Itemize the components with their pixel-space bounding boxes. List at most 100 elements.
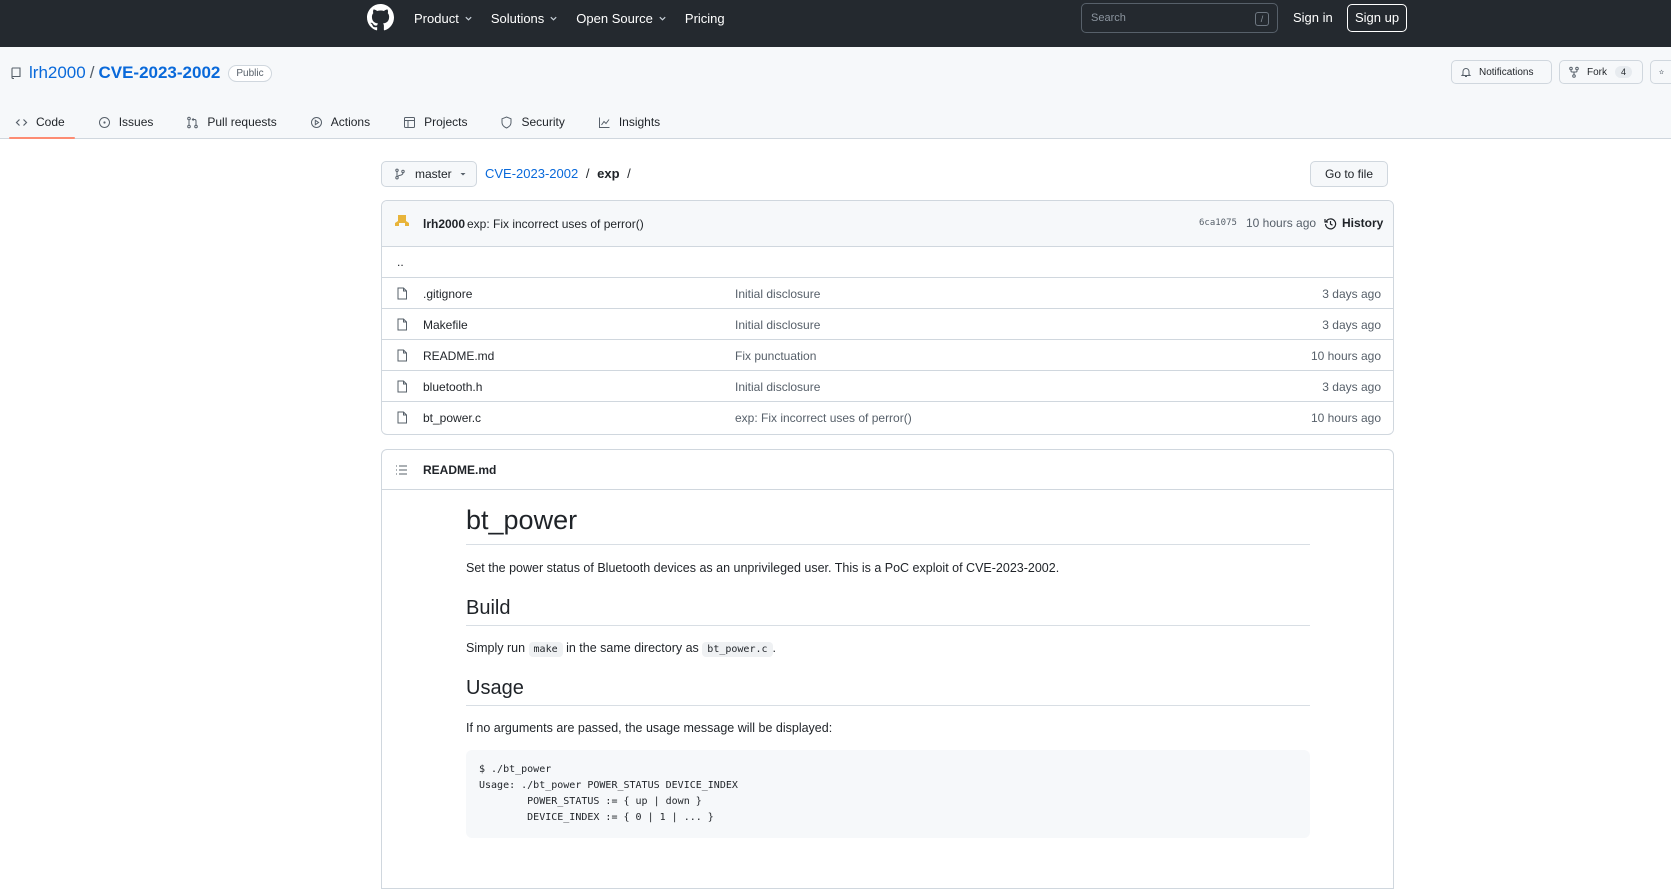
github-logo-icon[interactable] <box>367 4 394 31</box>
table-row: Makefile Initial disclosure 3 days ago <box>382 309 1393 340</box>
global-header: Product Solutions Open Source Pricing Se… <box>0 0 1671 47</box>
tab-insights-label: Insights <box>618 115 661 129</box>
nav-pricing-label: Pricing <box>684 11 725 26</box>
fork-count: 4 <box>1615 66 1633 78</box>
notifications-label: Notifications <box>1479 66 1534 78</box>
file-name-link[interactable]: README.md <box>423 349 494 363</box>
star-icon <box>1659 69 1664 75</box>
tab-pull-requests[interactable]: Pull requests <box>171 105 286 139</box>
table-row: .gitignore Initial disclosure 3 days ago <box>382 278 1393 309</box>
avatar[interactable] <box>394 214 410 230</box>
list-icon[interactable] <box>395 464 408 476</box>
build-text-start: Simply run <box>466 641 526 655</box>
file-age: 10 hours ago <box>1310 349 1381 363</box>
bell-icon <box>1460 68 1472 77</box>
history-label: History <box>1342 216 1384 230</box>
commit-author-link[interactable]: lrh2000 <box>423 217 465 231</box>
repo-title: lrh2000 / CVE-2023-2002 Public <box>29 63 272 83</box>
play-icon <box>310 116 322 128</box>
tab-projects-label: Projects <box>424 115 468 129</box>
repo-separator: / <box>89 63 95 82</box>
nav-open-source[interactable]: Open Source <box>576 11 667 26</box>
fork-label: Fork <box>1587 66 1607 78</box>
visibility-badge: Public <box>228 64 272 82</box>
notifications-button[interactable]: Notifications <box>1451 60 1552 84</box>
tab-security-label: Security <box>521 115 565 129</box>
file-commit-link[interactable]: Initial disclosure <box>735 287 820 301</box>
nav-pricing[interactable]: Pricing <box>685 11 725 26</box>
shield-icon <box>501 115 512 129</box>
fork-button[interactable]: Fork 4 <box>1559 60 1643 84</box>
bt-power-code: bt_power.c <box>702 642 773 657</box>
nav-open-source-label: Open Source <box>576 11 653 26</box>
sign-in-link[interactable]: Sign in <box>1293 10 1333 25</box>
nav-solutions[interactable]: Solutions <box>491 11 558 26</box>
search-shortcut-key: / <box>1255 12 1269 26</box>
file-age: 3 days ago <box>1322 380 1381 394</box>
tab-actions-label: Actions <box>330 115 371 129</box>
table-icon <box>404 116 416 128</box>
sign-up-button[interactable]: Sign up <box>1347 4 1407 32</box>
tab-issues-label: Issues <box>118 115 154 129</box>
usage-code-block: $ ./bt_power Usage: ./bt_power POWER_STA… <box>466 750 1310 838</box>
file-icon <box>397 287 407 300</box>
tab-projects[interactable]: Projects <box>388 105 477 139</box>
caret-down-icon <box>460 173 466 176</box>
table-row: bt_power.c exp: Fix incorrect uses of pe… <box>382 402 1393 433</box>
top-nav: Product Solutions Open Source Pricing <box>414 0 743 37</box>
tab-code[interactable]: Code <box>0 105 75 139</box>
tab-insights[interactable]: Insights <box>583 105 670 139</box>
history-link[interactable]: History <box>1324 216 1383 230</box>
table-row: README.md Fix punctuation 10 hours ago <box>382 340 1393 371</box>
history-icon <box>1324 217 1337 229</box>
commit-message-link[interactable]: exp: Fix incorrect uses of perror() <box>467 217 644 231</box>
branch-select-button[interactable]: master <box>381 161 477 187</box>
make-code: make <box>528 642 563 657</box>
latest-commit-row: lrh2000 exp: Fix incorrect uses of perro… <box>382 201 1393 247</box>
repo-name-link[interactable]: CVE-2023-2002 <box>98 63 220 83</box>
readme-title-link[interactable]: README.md <box>423 463 496 477</box>
issue-icon <box>98 116 110 128</box>
file-age: 3 days ago <box>1322 318 1381 332</box>
file-name-link[interactable]: bt_power.c <box>423 411 481 425</box>
file-age: 10 hours ago <box>1310 411 1381 425</box>
readme-header: README.md <box>382 450 1393 490</box>
graph-icon <box>598 117 610 128</box>
build-text-middle: in the same directory as <box>566 641 699 655</box>
repo-header: lrh2000 / CVE-2023-2002 Public Notificat… <box>0 47 1671 139</box>
tab-issues[interactable]: Issues <box>83 105 164 139</box>
search-placeholder: Search <box>1091 12 1126 24</box>
breadcrumb-root-link[interactable]: CVE-2023-2002 <box>485 166 578 181</box>
parent-directory-row[interactable]: .. <box>382 247 1393 278</box>
nav-solutions-label: Solutions <box>490 11 545 26</box>
file-list: lrh2000 exp: Fix incorrect uses of perro… <box>381 200 1394 435</box>
tab-code-label: Code <box>36 115 65 129</box>
file-commit-link[interactable]: Initial disclosure <box>735 380 820 394</box>
readme-heading: bt_power <box>466 505 1310 545</box>
search-input[interactable]: Search / <box>1081 3 1278 33</box>
tab-actions[interactable]: Actions <box>295 105 380 139</box>
readme-body: bt_power Set the power status of Bluetoo… <box>466 505 1310 838</box>
readme-intro: Set the power status of Bluetooth device… <box>466 561 1060 575</box>
chevron-down-icon <box>550 16 557 21</box>
file-icon <box>397 318 407 331</box>
file-commit-link[interactable]: exp: Fix incorrect uses of perror() <box>735 411 912 425</box>
file-name-link[interactable]: bluetooth.h <box>423 380 482 394</box>
file-commit-link[interactable]: Fix punctuation <box>735 349 816 363</box>
file-name-link[interactable]: Makefile <box>423 318 468 332</box>
table-row: bluetooth.h Initial disclosure 3 days ag… <box>382 371 1393 402</box>
readme-build-paragraph: Simply run make in the same directory as… <box>466 641 1310 657</box>
parent-directory-link[interactable]: .. <box>397 255 404 269</box>
nav-product[interactable]: Product <box>414 11 473 26</box>
build-text-end: . <box>772 641 776 655</box>
commit-sha-link[interactable]: 6ca1075 <box>1199 218 1237 228</box>
go-to-file-button[interactable]: Go to file <box>1310 161 1388 187</box>
repo-owner-link[interactable]: lrh2000 <box>29 63 86 83</box>
file-commit-link[interactable]: Initial disclosure <box>735 318 820 332</box>
breadcrumb-trailing-separator: / <box>627 166 631 181</box>
tab-security[interactable]: Security <box>485 105 574 139</box>
star-button[interactable] <box>1650 60 1671 84</box>
file-name-link[interactable]: .gitignore <box>423 287 472 301</box>
nav-product-label: Product <box>414 11 459 26</box>
tab-pull-requests-label: Pull requests <box>207 115 277 129</box>
